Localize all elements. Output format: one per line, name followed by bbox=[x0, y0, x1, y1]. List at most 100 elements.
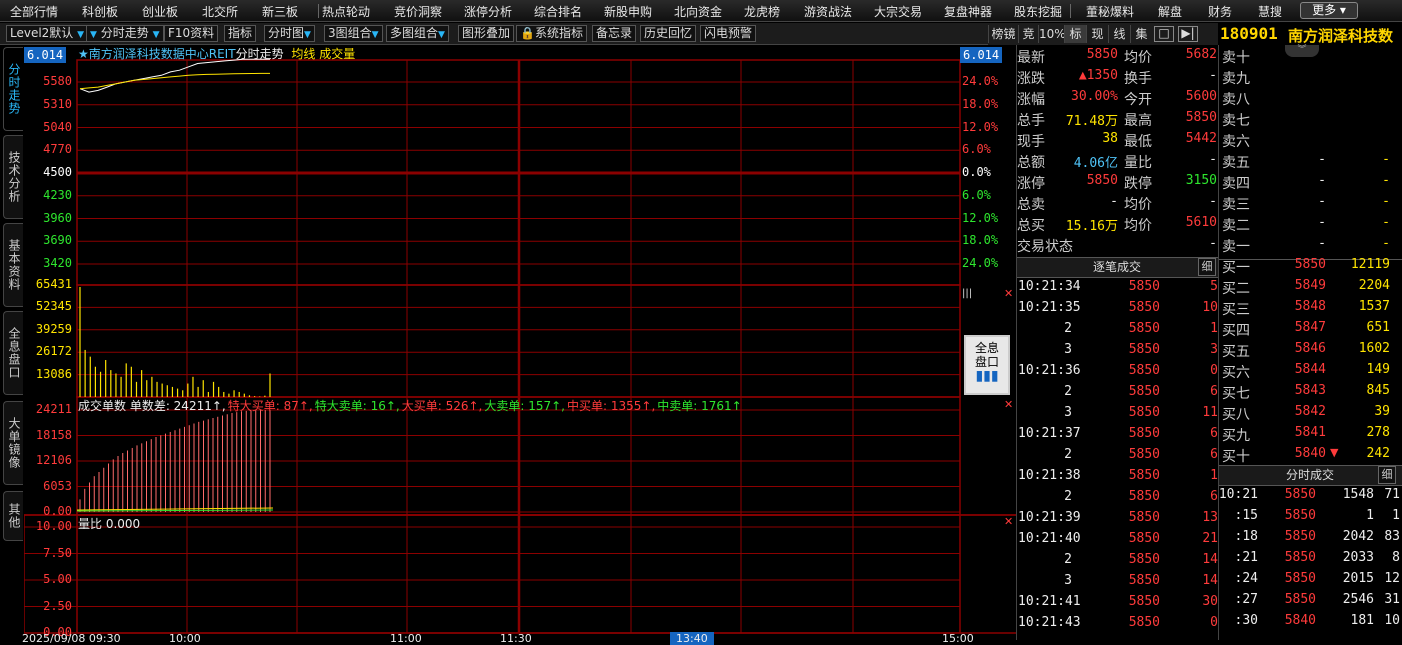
now-button[interactable]: 现 bbox=[1086, 25, 1108, 43]
menu-item-10[interactable]: 北向资金 bbox=[674, 3, 722, 20]
buy-level-row[interactable]: 买六 5844 149 bbox=[1218, 362, 1402, 383]
menu-item-19[interactable]: 慧搜 bbox=[1258, 3, 1282, 20]
avg-line-label: 均线 bbox=[291, 47, 316, 61]
auction-button[interactable]: 竞 bbox=[1018, 25, 1038, 43]
menu-item-17[interactable]: 解盘 bbox=[1158, 3, 1182, 20]
minute-price: 5850 bbox=[1284, 487, 1316, 502]
menu-item-13[interactable]: 大宗交易 bbox=[874, 3, 922, 20]
buy-level-label: 买一 bbox=[1222, 260, 1250, 276]
sell-level-row[interactable]: 卖六 bbox=[1218, 131, 1402, 152]
timechart-select[interactable]: 分时图▼ bbox=[264, 25, 315, 42]
combo-multi-select[interactable]: 多图组合▼ bbox=[386, 25, 449, 42]
sell-level-row[interactable]: 卖三 - - bbox=[1218, 194, 1402, 215]
tab-big-order[interactable]: 大单镜像 bbox=[3, 401, 23, 485]
tab-timeshare[interactable]: 分时走势 bbox=[3, 47, 23, 131]
collect-button[interactable]: 集 bbox=[1130, 25, 1152, 43]
order-stat-2: 大买单: 526↑, bbox=[401, 399, 483, 413]
window-icon[interactable]: □ bbox=[1154, 26, 1174, 42]
close-volume-icon[interactable]: ✕ bbox=[1004, 287, 1013, 300]
tick-row: 10:21:41 5850 30 bbox=[1016, 594, 1218, 615]
sys-indicator-button[interactable]: 🔒系统指标 bbox=[516, 25, 587, 42]
indicator-button[interactable]: 指标 bbox=[224, 25, 257, 42]
combo3-select[interactable]: 3图组合▼ bbox=[324, 25, 383, 42]
level2-select[interactable]: Level2默认 ▼ bbox=[6, 25, 89, 42]
tick-time: 2 bbox=[1064, 489, 1072, 504]
tab-technical[interactable]: 技术分析 bbox=[3, 135, 23, 219]
menu-item-9[interactable]: 新股申购 bbox=[604, 3, 652, 20]
tick-price: 5850 bbox=[1128, 447, 1160, 462]
sell-level-row[interactable]: 卖四 - - bbox=[1218, 173, 1402, 194]
menu-item-2[interactable]: 创业板 bbox=[142, 3, 178, 20]
tick-detail-button[interactable]: 细 bbox=[1198, 258, 1216, 276]
tick-time: 3 bbox=[1064, 342, 1072, 357]
sell-level-row[interactable]: 卖七 bbox=[1218, 110, 1402, 131]
f10-button[interactable]: F10资料 bbox=[164, 25, 219, 42]
quote-value: 15.16万 bbox=[1065, 219, 1118, 234]
buy-level-row[interactable]: 买八 5842 39 bbox=[1218, 404, 1402, 425]
sell-level-row[interactable]: 卖五 - - bbox=[1218, 152, 1402, 173]
order-axis-label: 18158 bbox=[35, 427, 72, 442]
volume-bars-icon[interactable]: ||| bbox=[962, 288, 972, 299]
tab-full-pankou[interactable]: 全息盘口 bbox=[3, 311, 23, 395]
full-pankou-button[interactable]: 全息盘口 ▮▮▮ bbox=[964, 335, 1010, 395]
menu-item-7[interactable]: 涨停分析 bbox=[464, 3, 512, 20]
menu-item-11[interactable]: 龙虎榜 bbox=[744, 3, 780, 20]
buy-level-row[interactable]: 买九 5841 278 bbox=[1218, 425, 1402, 446]
history-button[interactable]: 历史回忆 bbox=[640, 25, 697, 42]
minute-tick-list[interactable]: 10:21 5850 1548 71:15 5850 1 1:18 5850 2042 83:21… bbox=[1218, 487, 1402, 640]
mirror-button[interactable]: 榜镜 bbox=[988, 25, 1018, 43]
menu-item-4[interactable]: 新三板 bbox=[262, 3, 298, 20]
quote-row: 总手 71.48万 最高 5850 bbox=[1016, 110, 1218, 131]
limit-10-button[interactable]: 10% bbox=[1038, 25, 1066, 43]
buy-level-row[interactable]: 买四 5847 651 bbox=[1218, 320, 1402, 341]
buy-level-row[interactable]: 买一 5850 12119 bbox=[1218, 257, 1402, 278]
line-button[interactable]: 线 bbox=[1108, 25, 1130, 43]
menu-item-12[interactable]: 游资战法 bbox=[804, 3, 852, 20]
menu-item-8[interactable]: 综合排名 bbox=[534, 3, 582, 20]
tab-basic-info[interactable]: 基本资料 bbox=[3, 223, 23, 307]
buy-level-row[interactable]: 买二 5849 2204 bbox=[1218, 278, 1402, 299]
menu-item-5[interactable]: 热点轮动 bbox=[322, 3, 370, 20]
menu-item-16[interactable]: 董秘爆料 bbox=[1086, 3, 1134, 20]
sell-level-label: 卖四 bbox=[1222, 176, 1250, 192]
close-order-icon[interactable]: ✕ bbox=[1004, 398, 1013, 411]
sell-price: - bbox=[1318, 236, 1326, 251]
chart-canvas[interactable] bbox=[24, 45, 1017, 640]
menu-item-3[interactable]: 北交所 bbox=[202, 3, 238, 20]
minute-time: :21 bbox=[1234, 550, 1258, 565]
sell-level-row[interactable]: 卖九 bbox=[1218, 68, 1402, 89]
quote-label: 涨停 bbox=[1017, 176, 1045, 192]
buy-level-row[interactable]: 买五 5846 1602 bbox=[1218, 341, 1402, 362]
menu-item-1[interactable]: 科创板 bbox=[82, 3, 118, 20]
more-button[interactable]: 更多 ▾ bbox=[1300, 2, 1358, 19]
close-ratio-icon[interactable]: ✕ bbox=[1004, 515, 1013, 528]
buy-level-row[interactable]: 买十 5840 242 ▼ bbox=[1218, 446, 1402, 467]
menu-item-15[interactable]: 股东挖掘 bbox=[1014, 3, 1062, 20]
quote-label: 跌停 bbox=[1124, 176, 1152, 192]
tick-list[interactable]: 10:21:34 5850 5 10:21:35 5850 10 2 5850 1 3 5850 3 1… bbox=[1016, 278, 1218, 640]
memo-button[interactable]: 备忘录 bbox=[592, 25, 637, 42]
minute-detail-button[interactable]: 细 bbox=[1378, 466, 1396, 484]
overlay-button[interactable]: 图形叠加 bbox=[458, 25, 515, 42]
mark-button[interactable]: 标 bbox=[1064, 25, 1086, 43]
quote-label: 交易状态 bbox=[1017, 239, 1073, 255]
timeshare-select[interactable]: ▼ 分时走势 ▼ bbox=[86, 25, 164, 42]
tick-price: 5850 bbox=[1128, 384, 1160, 399]
sell-level-row[interactable]: 卖八 bbox=[1218, 89, 1402, 110]
sell-level-row[interactable]: 卖一 - - bbox=[1218, 236, 1402, 257]
tab-other[interactable]: 其他 bbox=[3, 491, 23, 541]
sell-level-row[interactable]: 卖二 - - bbox=[1218, 215, 1402, 236]
flash-alert-button[interactable]: 闪电预警 bbox=[700, 25, 757, 42]
security-name: 南方润泽科技数 bbox=[1288, 27, 1394, 45]
buy-level-row[interactable]: 买七 5843 845 bbox=[1218, 383, 1402, 404]
quote-label: 最高 bbox=[1124, 113, 1152, 129]
menu-item-18[interactable]: 财务 bbox=[1208, 3, 1232, 20]
buy-level-row[interactable]: 买三 5848 1537 bbox=[1218, 299, 1402, 320]
menu-item-6[interactable]: 竞价洞察 bbox=[394, 3, 442, 20]
play-icon[interactable]: ▶| bbox=[1178, 26, 1198, 42]
menu-item-14[interactable]: 复盘神器 bbox=[944, 3, 992, 20]
sell-level-row[interactable]: 卖十 bbox=[1218, 47, 1402, 68]
quote-label: 最低 bbox=[1124, 134, 1152, 150]
time-axis-label: 11:00 bbox=[390, 632, 422, 645]
menu-item-0[interactable]: 全部行情 bbox=[10, 3, 58, 20]
